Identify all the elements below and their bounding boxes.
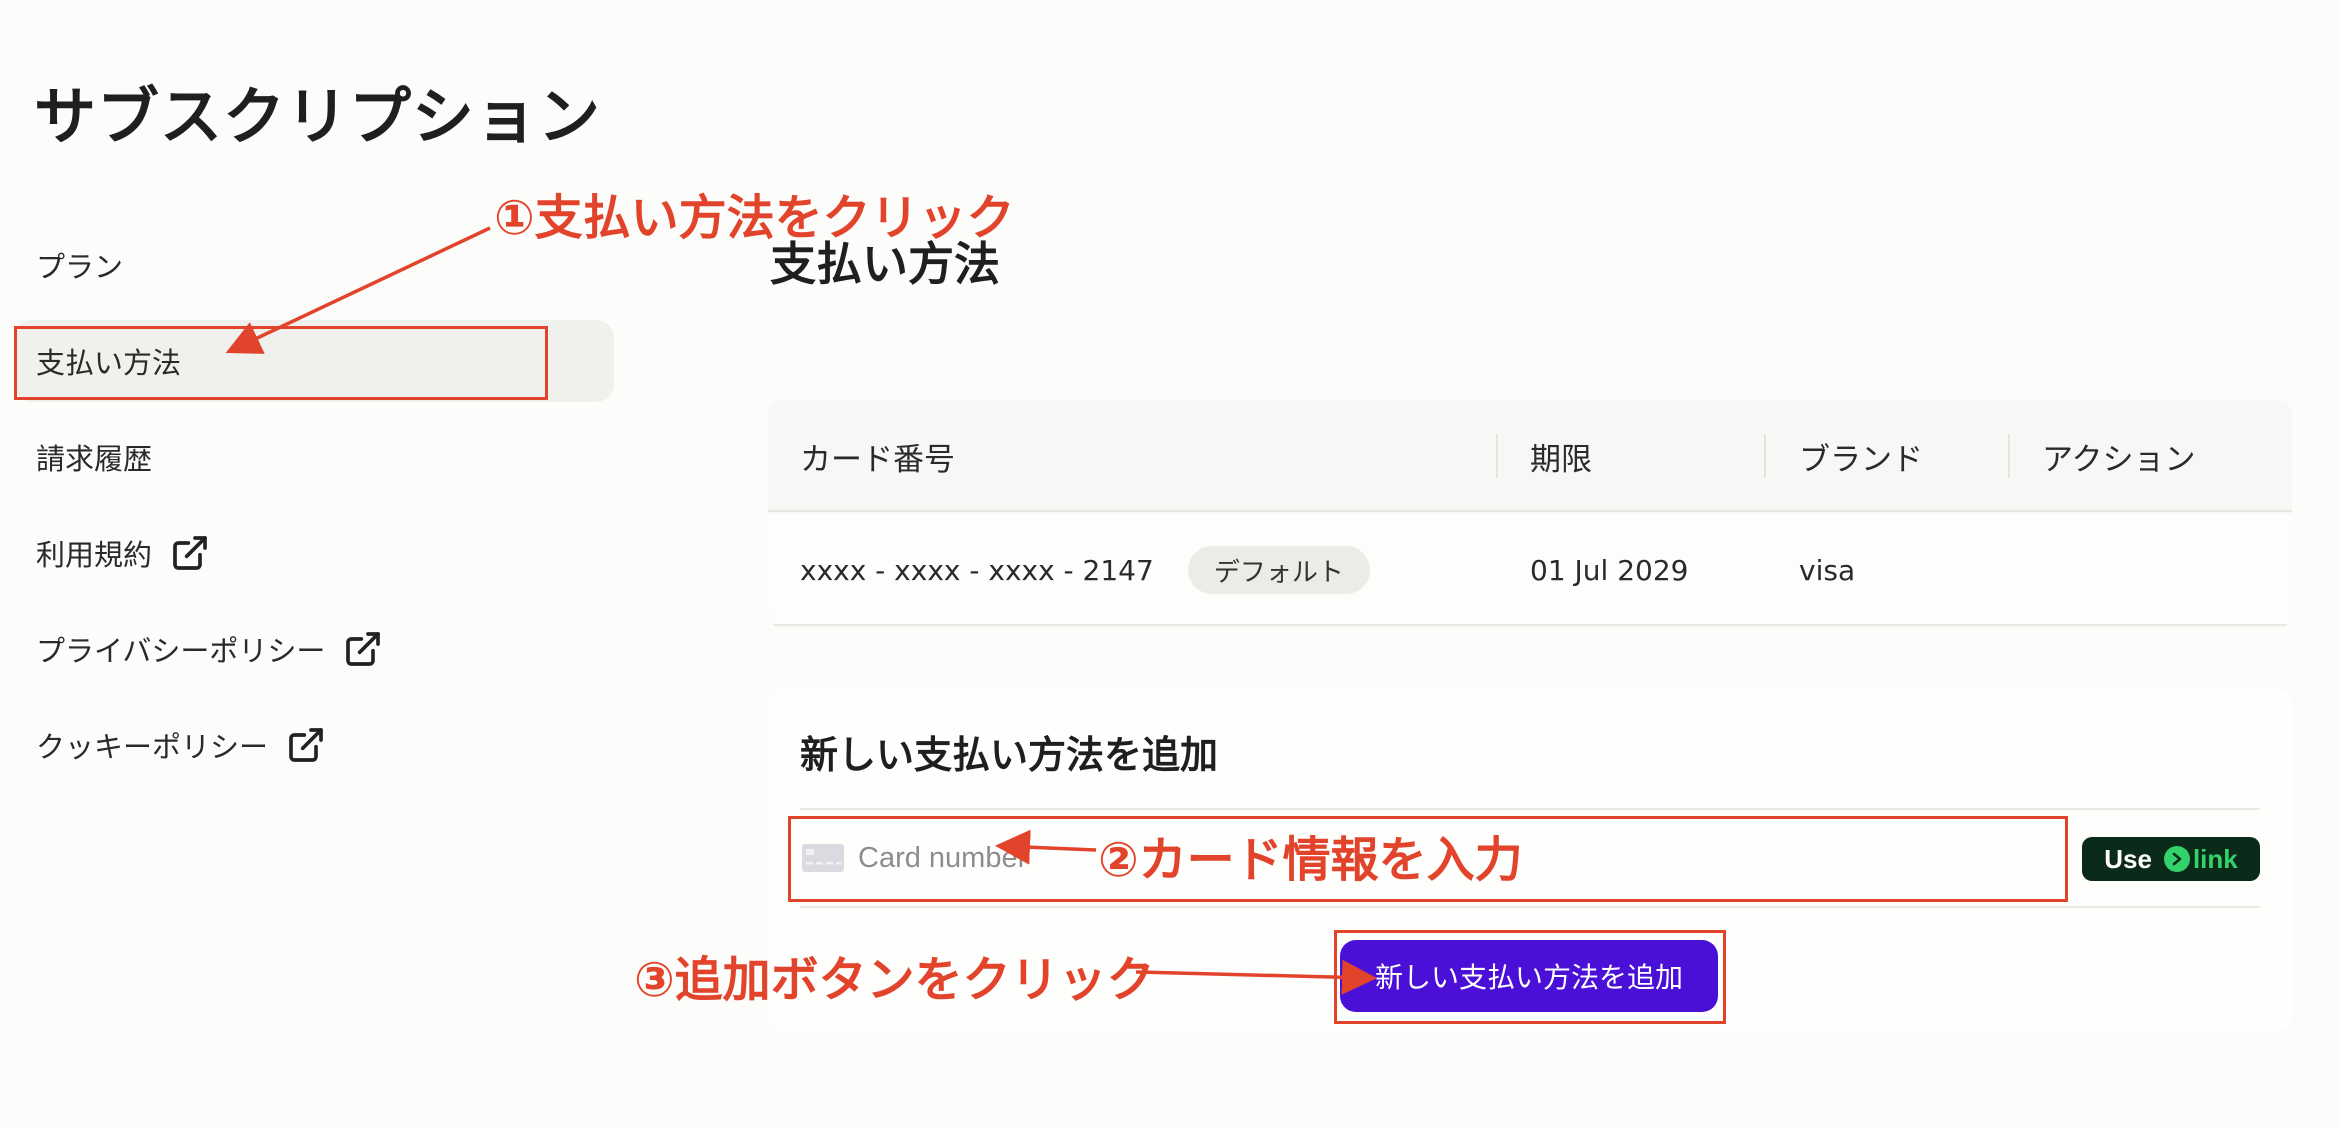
- default-badge: デフォルト: [1187, 546, 1370, 594]
- sidebar-item-label: プラン: [36, 250, 124, 284]
- external-link-icon: [286, 725, 326, 765]
- arrow-right-icon: [2163, 846, 2190, 872]
- expiry-cell: 01 Jul 2029: [1530, 553, 1689, 587]
- table-row: xxxx - xxxx - xxxx - 2147 デフォルト 01 Jul 2…: [768, 514, 2292, 626]
- column-header-action: アクション: [2042, 441, 2196, 478]
- annotation-box-step1: [14, 326, 548, 400]
- annotation-step2: ②カード情報を入力: [1098, 832, 1523, 888]
- sidebar: プラン 支払い方法 請求履歴 利用規約 プライバシーポリシー クッキーポリシー: [0, 0, 620, 1128]
- column-header-card-number: カード番号: [800, 441, 955, 478]
- link-label: link: [2192, 843, 2238, 874]
- sidebar-item-label: 請求履歴: [36, 442, 153, 476]
- sidebar-item-cookies[interactable]: クッキーポリシー: [14, 704, 614, 786]
- annotation-box-step3: [1334, 930, 1726, 1024]
- sidebar-item-privacy[interactable]: プライバシーポリシー: [14, 608, 614, 690]
- column-divider: [1764, 434, 1766, 478]
- add-payment-method-title: 新しい支払い方法を追加: [800, 733, 1219, 777]
- sidebar-item-label: クッキーポリシー: [36, 730, 269, 764]
- table-header: カード番号 期限 ブランド アクション: [768, 400, 2292, 512]
- column-header-brand: ブランド: [1799, 441, 1923, 478]
- external-link-icon: [170, 533, 210, 573]
- annotation-step1: ①支払い方法をクリック: [494, 190, 1015, 246]
- use-link-button[interactable]: Use link: [2082, 837, 2260, 881]
- column-divider: [2008, 434, 2010, 478]
- subscription-page: サブスクリプション プラン 支払い方法 請求履歴 利用規約 プライバシーポリシー: [0, 0, 2340, 1128]
- column-divider: [1496, 434, 1498, 478]
- sidebar-item-label: 利用規約: [36, 538, 153, 572]
- external-link-icon: [343, 629, 383, 669]
- sidebar-item-billing-history[interactable]: 請求履歴: [14, 416, 614, 498]
- card-number-cell: xxxx - xxxx - xxxx - 2147 デフォルト: [800, 514, 1370, 626]
- annotation-step3: ③追加ボタンをクリック: [634, 952, 1155, 1008]
- use-label: Use: [2104, 843, 2152, 874]
- sidebar-item-terms[interactable]: 利用規約: [14, 512, 614, 594]
- card-number: xxxx - xxxx - xxxx - 2147: [800, 553, 1154, 587]
- sidebar-item-label: プライバシーポリシー: [36, 634, 326, 668]
- column-header-expiry: 期限: [1530, 441, 1592, 478]
- payment-methods-table: カード番号 期限 ブランド アクション xxxx - xxxx - xxxx -…: [768, 400, 2292, 628]
- link-logo: link: [2156, 844, 2238, 875]
- brand-cell: visa: [1799, 553, 1856, 587]
